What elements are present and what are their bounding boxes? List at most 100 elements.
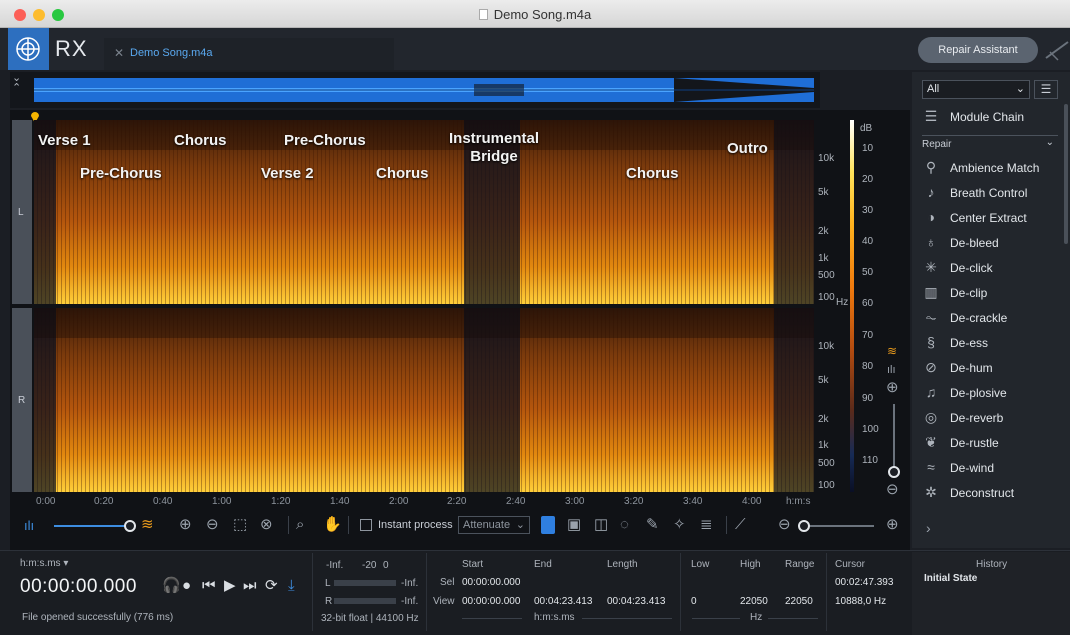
de-crackle-icon: ⏦ bbox=[925, 309, 937, 325]
panel-menu-button[interactable]: ☰ bbox=[1034, 80, 1058, 99]
frequency-selection-tool-icon[interactable]: ▣ bbox=[567, 517, 581, 533]
time-tick: 3:20 bbox=[624, 496, 644, 507]
opacity-slider[interactable] bbox=[54, 525, 128, 527]
gain-envelope-icon[interactable]: ⟋ bbox=[735, 517, 746, 533]
follow-playhead-icon[interactable]: ⤓ bbox=[288, 578, 295, 594]
repair-assistant-button[interactable]: Repair Assistant bbox=[918, 37, 1038, 63]
waveform-overview[interactable]: ⌄ ⌃ bbox=[10, 72, 820, 108]
zoom-out-icon[interactable]: ⊖ bbox=[206, 517, 219, 533]
horizontal-zoom-slider[interactable] bbox=[802, 525, 874, 527]
module-item-de-ess[interactable]: § De-ess bbox=[922, 332, 1062, 356]
spectrogram-view-icon[interactable]: ≋ bbox=[141, 517, 154, 533]
history-item[interactable]: Initial State bbox=[924, 573, 977, 584]
module-item-deconstruct[interactable]: ✲ Deconstruct bbox=[922, 482, 1062, 506]
zoom-fit-icon[interactable]: ⊗ bbox=[260, 517, 273, 533]
module-list-scrollbar[interactable] bbox=[1064, 104, 1068, 244]
waveform-display-icon[interactable]: ılı bbox=[887, 362, 896, 378]
db-label: 80 bbox=[862, 361, 874, 372]
high-value[interactable]: 22050 bbox=[740, 596, 768, 607]
module-item-de-click[interactable]: ✳ De-click bbox=[922, 257, 1062, 281]
loop-icon[interactable]: ⟳ bbox=[265, 578, 278, 594]
headphones-icon[interactable]: 🎧 bbox=[162, 578, 181, 594]
module-filter-select[interactable]: All ⌄ bbox=[922, 80, 1030, 99]
waveform-view-icon[interactable]: ılı bbox=[24, 518, 34, 534]
view-end-value[interactable]: 00:04:23.413 bbox=[534, 596, 592, 607]
instant-process-checkbox[interactable] bbox=[360, 519, 372, 531]
module-item-breath-control[interactable]: ♪ Breath Control bbox=[922, 182, 1062, 206]
module-item-de-wind[interactable]: ≈ De-wind bbox=[922, 457, 1062, 481]
expand-panel-icon[interactable]: › bbox=[926, 520, 931, 536]
module-item-center-extract[interactable]: ◑ Center Extract bbox=[922, 207, 1062, 231]
module-category-select[interactable]: Repair ⌄ bbox=[922, 135, 1058, 153]
end-column-header: End bbox=[534, 559, 552, 570]
low-column-header: Low bbox=[691, 559, 710, 570]
section-label-pre-chorus-2: Pre-Chorus bbox=[284, 132, 366, 149]
freq-label: 5k bbox=[818, 187, 829, 198]
brush-icon[interactable] bbox=[1044, 38, 1070, 62]
record-icon[interactable]: ● bbox=[182, 578, 191, 594]
selection-start-value[interactable]: 00:00:00.000 bbox=[462, 577, 520, 588]
module-item-de-rustle[interactable]: ❦ De-rustle bbox=[922, 432, 1062, 456]
zoom-in-icon[interactable]: ⊕ bbox=[179, 517, 192, 533]
left-spectrogram[interactable] bbox=[34, 120, 814, 304]
zoom-selection-icon[interactable]: ⬚ bbox=[233, 517, 247, 533]
time-unit-label: h:m:s bbox=[786, 496, 811, 507]
play-selection-icon[interactable]: ⏭ bbox=[243, 578, 257, 594]
skip-to-start-icon[interactable]: ⏮ bbox=[202, 578, 216, 594]
instant-process-mode-select[interactable]: Attenuate ⌄ bbox=[458, 516, 530, 534]
spectro-top-shade bbox=[34, 120, 814, 150]
time-format-select[interactable]: h:m:s.ms ▾ bbox=[20, 558, 68, 569]
module-chain-item[interactable]: ☰ Module Chain bbox=[922, 106, 1062, 130]
opacity-slider-handle[interactable] bbox=[124, 520, 136, 532]
meter-right-value: -Inf. bbox=[401, 596, 419, 607]
vertical-zoom-slider[interactable] bbox=[893, 404, 895, 468]
cursor-frequency-value: 10888,0 Hz bbox=[835, 596, 887, 607]
spectrogram-display-icon[interactable]: ≋ bbox=[887, 343, 897, 359]
harmonic-selection-icon[interactable]: ≣ bbox=[700, 517, 713, 533]
module-item-de-clip[interactable]: ▥ De-clip bbox=[922, 282, 1062, 306]
module-item-de-reverb[interactable]: ◎ De-reverb bbox=[922, 407, 1062, 431]
tab-close-icon[interactable]: ✕ bbox=[114, 46, 124, 60]
module-item-de-crackle[interactable]: ⏦ De-crackle bbox=[922, 307, 1062, 331]
zoom-tool-icon[interactable]: ⌕ bbox=[296, 517, 304, 533]
play-icon[interactable]: ▶ bbox=[224, 578, 236, 594]
tab-label[interactable]: Demo Song.m4a bbox=[130, 47, 213, 59]
horizontal-zoom-in-icon[interactable]: ⊕ bbox=[886, 517, 899, 533]
horizontal-zoom-out-icon[interactable]: ⊖ bbox=[778, 517, 791, 533]
db-label: 10 bbox=[862, 143, 874, 154]
low-value[interactable]: 0 bbox=[691, 596, 697, 607]
status-divider bbox=[426, 553, 427, 631]
zoom-in-vertical-icon[interactable]: ⊕ bbox=[886, 380, 899, 396]
time-tick: 1:00 bbox=[212, 496, 232, 507]
module-item-de-plosive[interactable]: ♫ De-plosive bbox=[922, 382, 1062, 406]
view-length-value[interactable]: 00:04:23.413 bbox=[607, 596, 665, 607]
magic-wand-icon[interactable]: ✧ bbox=[673, 517, 686, 533]
right-spectrogram[interactable] bbox=[34, 308, 814, 492]
status-divider bbox=[826, 553, 827, 631]
module-item-de-hum[interactable]: ⊘ De-hum bbox=[922, 357, 1062, 381]
time-tick: 1:40 bbox=[330, 496, 350, 507]
vertical-zoom-handle[interactable] bbox=[888, 466, 900, 478]
module-item-de-bleed[interactable]: ♁ De-bleed bbox=[922, 232, 1062, 256]
module-item-ambience-match[interactable]: ⚲ Ambience Match bbox=[922, 157, 1062, 181]
horizontal-zoom-handle[interactable] bbox=[798, 520, 810, 532]
status-divider bbox=[680, 553, 681, 631]
unit-rule bbox=[768, 618, 818, 619]
chevron-down-icon: ⌄ bbox=[1015, 83, 1025, 95]
freq-label: 500 bbox=[818, 270, 835, 281]
meter-scale-label: -Inf. bbox=[326, 560, 344, 571]
range-value[interactable]: 22050 bbox=[785, 596, 813, 607]
hand-tool-icon[interactable]: ✋ bbox=[323, 517, 342, 533]
time-tick: 4:00 bbox=[742, 496, 762, 507]
audio-format-label: 32-bit float | 44100 Hz bbox=[321, 613, 419, 624]
list-icon: ☰ bbox=[924, 108, 938, 124]
zoom-out-vertical-icon[interactable]: ⊖ bbox=[886, 482, 899, 498]
freq-label: 5k bbox=[818, 375, 829, 386]
time-frequency-selection-tool-icon[interactable]: ◫ bbox=[594, 517, 608, 533]
brush-tool-icon[interactable]: ✎ bbox=[646, 517, 659, 533]
time-selection-tool-icon[interactable] bbox=[541, 516, 555, 534]
section-label-instrumental-bridge: Instrumental Bridge bbox=[448, 130, 539, 165]
collapse-overview-icon[interactable]: ⌄ ⌃ bbox=[12, 73, 28, 107]
view-start-value[interactable]: 00:00:00.000 bbox=[462, 596, 520, 607]
lasso-tool-icon[interactable]: ◌ bbox=[620, 517, 629, 533]
